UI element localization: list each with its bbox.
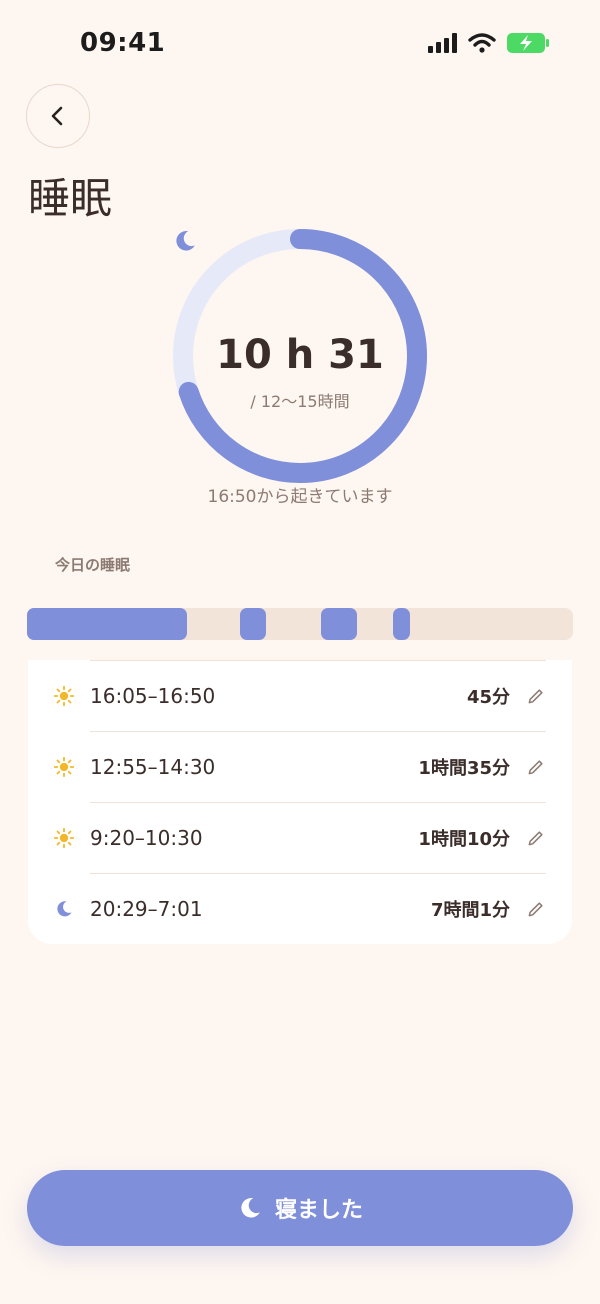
sun-icon [54,686,74,706]
signal-icon [428,33,457,53]
record-time-range: 12:55–14:30 [90,754,216,779]
record-duration: 7時間1分 [430,899,510,921]
total-sleep-value: 10 h 31 [216,332,384,378]
sleep-record-row[interactable]: 12:55–14:30 1時間35分 [28,731,572,802]
row-divider [90,873,546,874]
sleep-timeline [27,608,573,640]
record-duration: 45分 [466,686,510,708]
row-divider [90,802,546,803]
record-time-range: 16:05–16:50 [90,683,216,708]
wifi-icon [468,33,496,53]
status-time: 09:41 [80,28,166,58]
record-time-range: 20:29–7:01 [90,896,203,921]
sleep-goal-text: / 12〜15時間 [250,392,350,411]
timeline-segment-nap [321,608,357,640]
sleep-start-button[interactable]: 寝ました [27,1170,573,1246]
back-button[interactable] [26,84,90,148]
record-duration: 1時間35分 [418,757,510,779]
timeline-segment-night [27,608,187,640]
moon-icon [57,901,72,917]
sleep-progress-ring: 10 h 31 / 12〜15時間 [172,228,428,484]
awake-since-text: 16:50から起きています [207,487,393,507]
moon-icon [176,231,195,251]
status-bar: 09:41 [0,0,600,90]
record-duration: 1時間10分 [418,828,510,850]
sleep-start-button-label: 寝ました [274,1198,363,1223]
row-divider [90,731,546,732]
sleep-record-row[interactable]: 16:05–16:50 45分 [28,660,572,731]
sleep-records-list: 16:05–16:50 45分 12:55–14:30 1時間35分 9:20–… [28,660,572,944]
sun-icon [54,757,74,777]
sleep-record-row[interactable]: 9:20–10:30 1時間10分 [28,802,572,873]
row-divider [90,660,546,661]
sleep-record-row[interactable]: 20:29–7:01 7時間1分 [28,873,572,944]
status-icons [428,32,550,54]
record-time-range: 9:20–10:30 [90,825,203,850]
moon-icon [241,1198,260,1218]
pencil-icon[interactable] [526,828,546,848]
chevron-left-icon [51,106,63,126]
timeline-segment-nap [393,608,410,640]
timeline-segment-nap [240,608,266,640]
pencil-icon[interactable] [526,757,546,777]
today-section-label: 今日の睡眠 [55,556,131,574]
battery-charging-icon [507,33,549,53]
pencil-icon[interactable] [526,686,546,706]
sun-icon [54,828,74,848]
pencil-icon[interactable] [526,899,546,919]
page-title: 睡眠 [28,174,113,223]
